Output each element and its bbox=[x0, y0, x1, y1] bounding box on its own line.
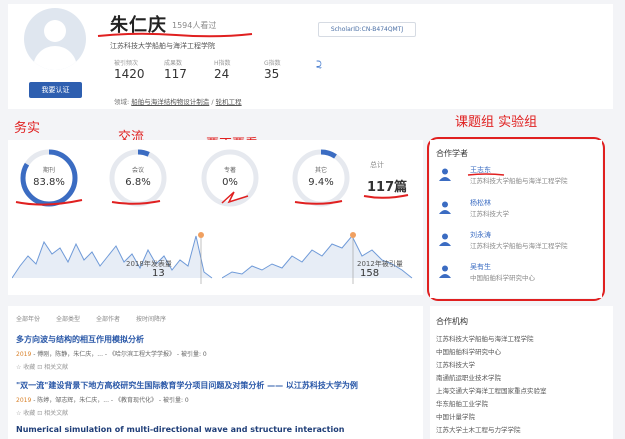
paper-info: - 陈婷，邹志辉，朱仁庆，... - 《教育现代化》 - 被引量: 0 bbox=[31, 397, 189, 404]
organization-item[interactable]: 华东船舶工业学院 bbox=[436, 398, 488, 408]
chart-left-label: 2018年发表量 bbox=[126, 260, 172, 268]
chart-left-value: 13 bbox=[152, 268, 165, 279]
person-icon bbox=[439, 265, 451, 278]
person-icon bbox=[439, 168, 451, 181]
filter-year[interactable]: 全部年份 bbox=[16, 316, 40, 323]
coauthor-affiliation: 江苏科技大学船舶与海洋工程学院 bbox=[470, 242, 568, 250]
organization-item[interactable]: 上海交通大学海洋工程国家重点实验室 bbox=[436, 385, 547, 395]
paper-actions[interactable]: ☆ 收藏 ⊡ 相关文献 bbox=[16, 362, 207, 371]
person-icon bbox=[439, 201, 451, 214]
paper-meta: 2019 - 陈婷，邹志辉，朱仁庆，... - 《教育现代化》 - 被引量: 0 bbox=[16, 395, 358, 404]
organization-item[interactable]: 江苏科技大学 bbox=[436, 359, 475, 369]
coauthors-title: 合作学者 bbox=[436, 149, 468, 158]
coauthor-name[interactable]: 吴有生 bbox=[470, 262, 491, 272]
paper-title[interactable]: Numerical simulation of multi-directiona… bbox=[16, 425, 344, 434]
coauthor-affiliation: 中国船舶科学研究中心 bbox=[470, 274, 535, 282]
organization-item[interactable]: 江苏大学土木工程与力学学院 bbox=[436, 424, 521, 434]
filter-author[interactable]: 全部作者 bbox=[96, 316, 120, 323]
filter-type[interactable]: 全部类型 bbox=[56, 316, 80, 323]
coauthor-affiliation: 江苏科技大学 bbox=[470, 210, 509, 218]
organization-item[interactable]: 南通航运职业技术学院 bbox=[436, 372, 501, 382]
paper-filters: 全部年份 全部类型 全部作者 按时间降序 bbox=[16, 314, 182, 323]
paper-year: 2019 bbox=[16, 397, 32, 404]
publication-trend-chart bbox=[12, 232, 213, 284]
organization-item[interactable]: 中国计量学院 bbox=[436, 411, 475, 421]
coauthor-name[interactable]: 刘永涛 bbox=[470, 230, 491, 240]
paper-item: 多方向波与结构的相互作用模拟分析 2019 - 傅刚，陈静，朱仁庆，... - … bbox=[16, 334, 207, 371]
paper-actions[interactable]: ☆ 收藏 ⊡ 相关文献 bbox=[16, 408, 358, 417]
person-icon bbox=[439, 233, 451, 246]
chart-right-value: 158 bbox=[360, 268, 380, 279]
paper-meta: 2019 - 傅刚，陈静，朱仁庆，... - 《哈尔滨工程大学学报》 - 被引量… bbox=[16, 349, 207, 358]
filter-sort[interactable]: 按时间降序 bbox=[136, 316, 166, 323]
paper-item: Numerical simulation of multi-directiona… bbox=[16, 425, 344, 434]
coauthor-name[interactable]: 杨松林 bbox=[470, 198, 491, 208]
paper-title[interactable]: "双一流"建设背景下地方高校研究生国际教育学分项目问题及对策分析 —— 以江苏科… bbox=[16, 380, 358, 391]
organizations-title: 合作机构 bbox=[436, 317, 468, 326]
organization-item[interactable]: 江苏科技大学船舶与海洋工程学院 bbox=[436, 333, 534, 343]
paper-title[interactable]: 多方向波与结构的相互作用模拟分析 bbox=[16, 334, 207, 345]
paper-year: 2019 bbox=[16, 351, 32, 358]
paper-item: "双一流"建设背景下地方高校研究生国际教育学分项目问题及对策分析 —— 以江苏科… bbox=[16, 380, 358, 417]
paper-info: - 傅刚，陈静，朱仁庆，... - 《哈尔滨工程大学学报》 - 被引量: 0 bbox=[31, 351, 207, 358]
citation-trend-chart bbox=[222, 232, 413, 284]
papers-card bbox=[8, 306, 423, 439]
annotation-underline-coauthor bbox=[467, 173, 505, 176]
organization-item[interactable]: 中国船舶科学研究中心 bbox=[436, 346, 501, 356]
